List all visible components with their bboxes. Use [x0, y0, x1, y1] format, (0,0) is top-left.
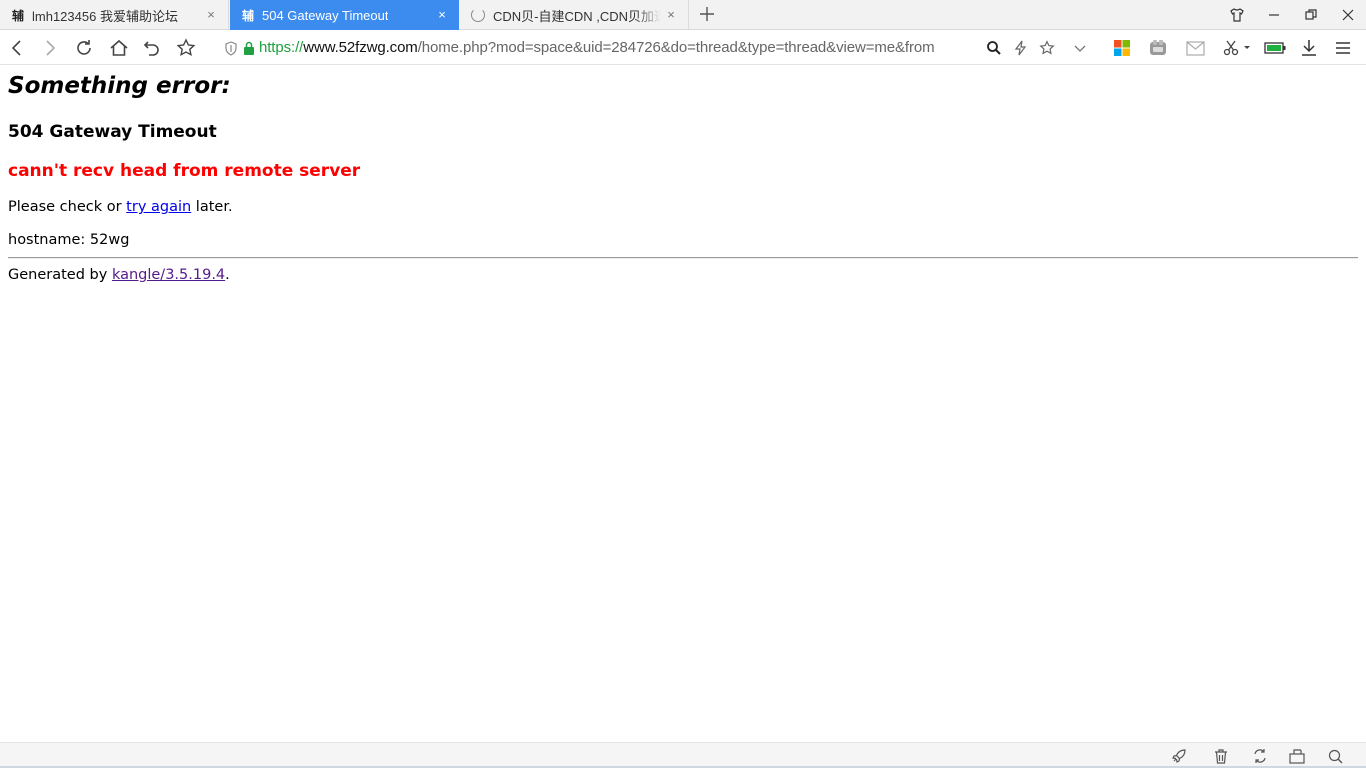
close-window-icon[interactable]: [1336, 4, 1360, 26]
tab-title: 504 Gateway Timeout: [262, 7, 389, 23]
url-scheme: https://: [259, 39, 304, 56]
bookmark-star-icon[interactable]: [174, 36, 198, 60]
tab-bar: 辅 lmh123456 我爱辅助论坛 × 辅 504 Gateway Timeo…: [0, 0, 1366, 30]
new-tab-plus-icon[interactable]: [697, 4, 717, 24]
tab-title: lmh123456 我爱辅助论坛: [32, 8, 178, 24]
tab-gateway-timeout[interactable]: 辅 504 Gateway Timeout ×: [230, 0, 459, 30]
rocket-icon[interactable]: [1169, 747, 1189, 765]
home-icon[interactable]: [107, 36, 131, 60]
address-bar[interactable]: https://www.52fzwg.com/home.php?mod=spac…: [218, 34, 1094, 62]
lightning-icon[interactable]: [1009, 36, 1033, 60]
search-icon[interactable]: [982, 36, 1006, 60]
try-again-link[interactable]: try again: [126, 199, 191, 215]
extension-icon[interactable]: [1146, 36, 1170, 60]
undo-icon[interactable]: [140, 36, 164, 60]
shield-icon[interactable]: [224, 41, 238, 56]
restore-icon[interactable]: [1299, 4, 1323, 26]
tab-forum-profile[interactable]: 辅 lmh123456 我爱辅助论坛 ×: [0, 0, 229, 30]
check-suffix: later.: [191, 199, 233, 215]
close-tab-icon[interactable]: ×: [664, 8, 678, 22]
hostname-text: hostname: 52wg: [8, 232, 130, 248]
window-layout-icon[interactable]: [1287, 747, 1307, 765]
tab-title: CDN贝-自建CDN ,CDN贝加速: [493, 8, 661, 24]
generated-prefix: Generated by: [8, 267, 112, 283]
download-icon[interactable]: [1297, 36, 1321, 60]
battery-icon[interactable]: [1263, 36, 1287, 60]
minimize-icon[interactable]: [1262, 4, 1286, 26]
reload-icon[interactable]: [72, 36, 96, 60]
url-text[interactable]: https://www.52fzwg.com/home.php?mod=spac…: [259, 39, 935, 56]
loading-spinner-icon: [471, 8, 485, 22]
status-bar: [0, 742, 1366, 768]
forward-icon[interactable]: [38, 36, 62, 60]
page-content: Something error: 504 Gateway Timeout can…: [0, 66, 1366, 742]
status-heading: 504 Gateway Timeout: [8, 122, 217, 142]
url-host: www.52fzwg.com: [303, 39, 418, 56]
menu-icon[interactable]: [1331, 36, 1355, 60]
sync-icon[interactable]: [1250, 747, 1270, 765]
skin-shirt-icon[interactable]: [1225, 4, 1249, 26]
back-icon[interactable]: [5, 36, 29, 60]
generated-paragraph: Generated by kangle/3.5.19.4.: [8, 267, 230, 283]
check-prefix: Please check or: [8, 199, 127, 215]
close-tab-icon[interactable]: ×: [204, 8, 218, 22]
error-message: cann't recv head from remote server: [8, 161, 361, 181]
forum-favicon-icon: 辅: [11, 8, 24, 23]
navigation-toolbar: https://www.52fzwg.com/home.php?mod=spac…: [0, 31, 1366, 65]
divider: [8, 257, 1358, 259]
check-paragraph: Please check or try again later.: [8, 199, 233, 215]
url-path: /home.php?mod=space&uid=284726&do=thread…: [417, 39, 935, 56]
scissors-dropdown-icon[interactable]: [1240, 36, 1254, 60]
lock-icon[interactable]: [243, 41, 255, 55]
error-heading: Something error:: [8, 73, 231, 99]
kangle-link[interactable]: kangle/3.5.19.4: [112, 267, 225, 283]
mail-icon[interactable]: [1183, 36, 1207, 60]
tab-cdn[interactable]: CDN贝-自建CDN ,CDN贝加速 ×: [460, 0, 689, 30]
forum-favicon-icon: 辅: [241, 8, 254, 23]
zoom-icon[interactable]: [1325, 747, 1345, 765]
generated-suffix: .: [225, 267, 230, 283]
apps-grid-icon[interactable]: [1110, 36, 1134, 60]
trash-icon[interactable]: [1211, 747, 1231, 765]
favorite-star-icon[interactable]: [1035, 36, 1059, 60]
dropdown-chevron-icon[interactable]: [1068, 36, 1092, 60]
close-tab-icon[interactable]: ×: [435, 8, 449, 22]
